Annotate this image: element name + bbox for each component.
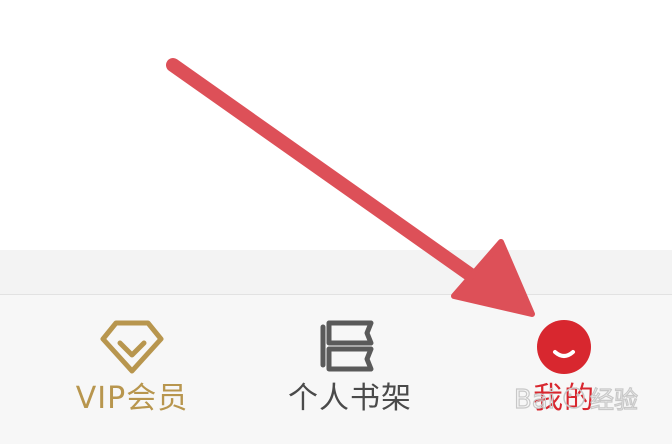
tab-bookshelf[interactable]: 个人书架 (238, 295, 462, 444)
diamond-icon (100, 320, 164, 374)
tab-bookshelf-label: 个人书架 (288, 381, 412, 416)
tab-mine-label: 我的 (533, 381, 595, 416)
tab-mine[interactable]: 我的 (452, 295, 672, 444)
bookshelf-icon (320, 320, 374, 372)
content-divider-band (0, 250, 672, 294)
bottom-tab-bar: VIP会员 个人书架 我的 (0, 294, 672, 444)
app-screen: VIP会员 个人书架 我的 Bai 经验 (0, 0, 672, 444)
content-area (0, 0, 672, 250)
smiley-avatar-icon (537, 320, 591, 374)
tab-vip[interactable]: VIP会员 (20, 295, 244, 444)
tab-vip-label: VIP会员 (75, 381, 189, 416)
